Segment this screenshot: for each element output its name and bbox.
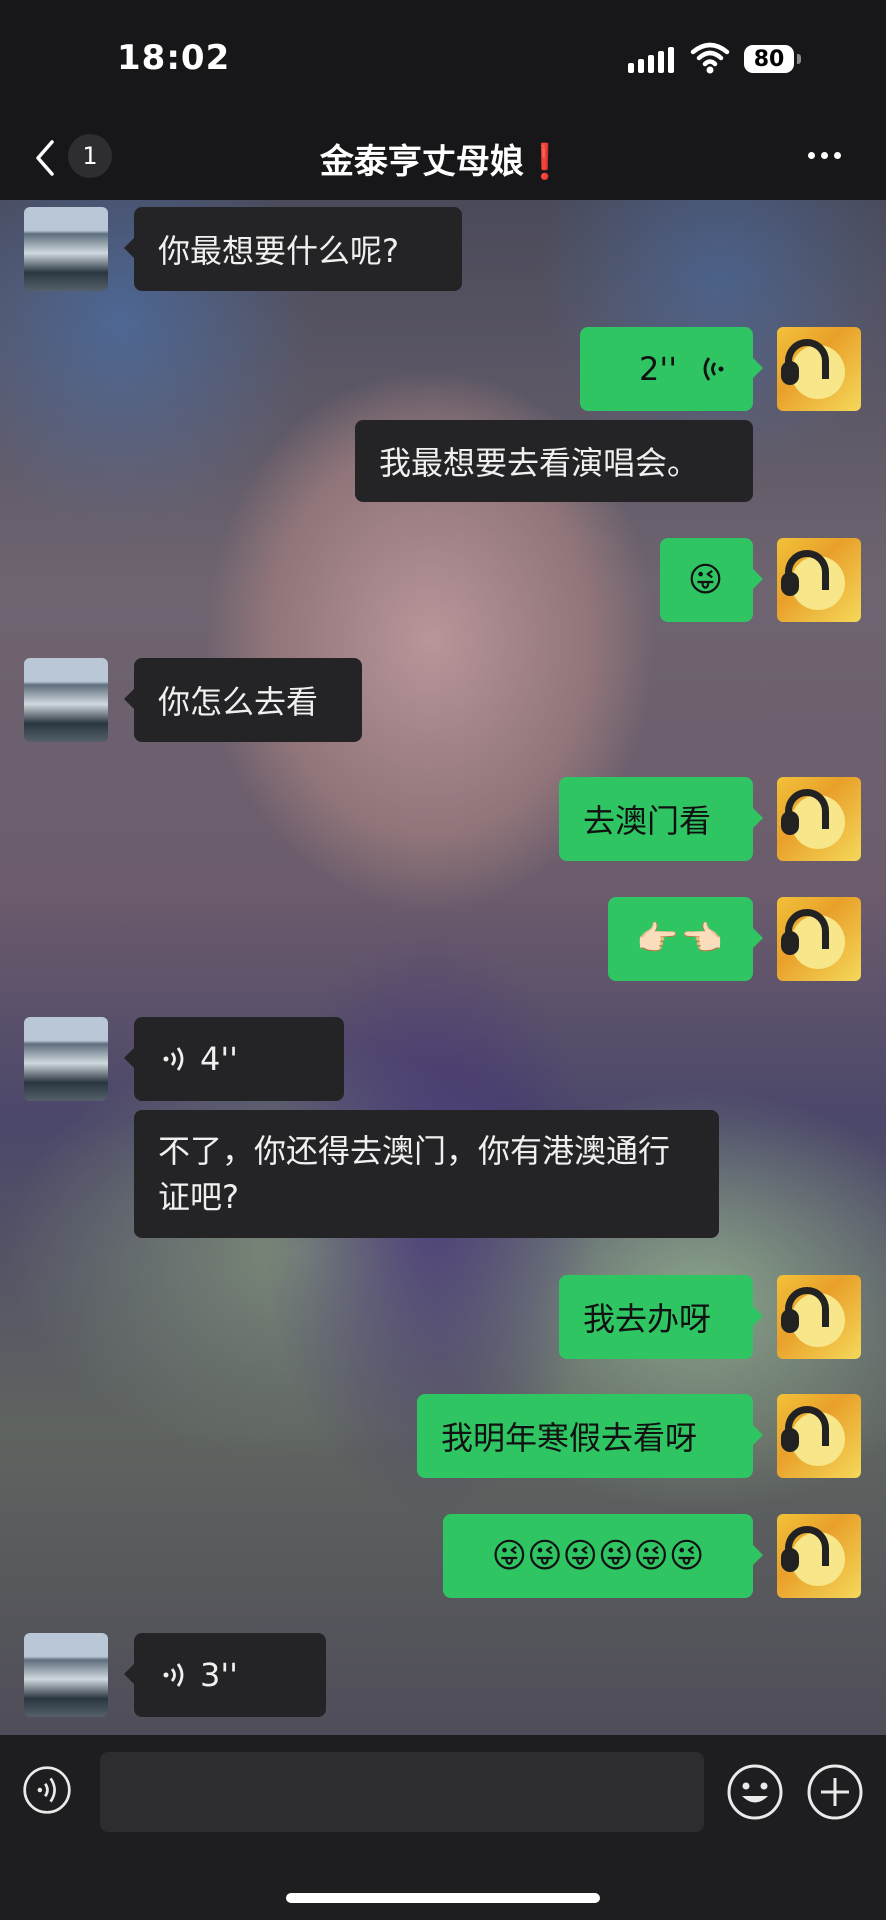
battery-tip: [797, 54, 801, 64]
contact-avatar[interactable]: [24, 207, 108, 291]
voice-duration: 2'': [639, 350, 677, 388]
my-avatar[interactable]: [777, 538, 861, 622]
voice-wave-icon: [163, 1663, 184, 1687]
message-text: 我去办呀: [583, 1300, 712, 1338]
received-voice-message[interactable]: 3'': [124, 1633, 326, 1717]
message-input[interactable]: [100, 1752, 704, 1832]
voice-wave-icon: [703, 357, 724, 381]
my-avatar[interactable]: [777, 1514, 861, 1598]
voice-transcription[interactable]: 我最想要去看演唱会。: [355, 420, 753, 502]
voice-duration: 3'': [200, 1656, 238, 1694]
sent-message[interactable]: 我去办呀: [559, 1275, 763, 1359]
message-text: 😜😜😜😜😜😜: [491, 1536, 705, 1576]
my-avatar[interactable]: [777, 897, 861, 981]
contact-avatar[interactable]: [24, 1017, 108, 1101]
voice-duration: 4'': [200, 1040, 238, 1078]
chat-title: 金泰亨丈母娘❗: [319, 142, 567, 182]
received-voice-message[interactable]: 4'': [124, 1017, 344, 1101]
sent-message[interactable]: 我明年寒假去看呀: [417, 1394, 763, 1478]
message-text: 我最想要去看演唱会。: [379, 444, 700, 482]
message-text: 不了，你还得去澳门，你有港澳通行证吧?: [158, 1132, 671, 1216]
battery-icon: 80: [744, 45, 794, 73]
received-message[interactable]: 你最想要什么呢?: [124, 207, 462, 291]
contact-avatar[interactable]: [24, 658, 108, 742]
my-avatar[interactable]: [777, 777, 861, 861]
message-text: 你怎么去看: [158, 683, 319, 721]
my-avatar[interactable]: [777, 327, 861, 411]
sent-message[interactable]: 😜: [660, 538, 763, 622]
sent-message[interactable]: 去澳门看: [559, 777, 763, 861]
voice-wave-icon: [163, 1047, 184, 1071]
sent-message[interactable]: 😜😜😜😜😜😜: [443, 1514, 763, 1598]
contact-avatar[interactable]: [24, 1633, 108, 1717]
home-indicator[interactable]: [286, 1893, 600, 1903]
more-icon[interactable]: [808, 152, 841, 159]
my-avatar[interactable]: [777, 1394, 861, 1478]
status-time: 18:02: [117, 38, 231, 78]
message-text: 你最想要什么呢?: [158, 232, 399, 270]
my-avatar[interactable]: [777, 1275, 861, 1359]
sent-message[interactable]: 👉🏻👈🏻: [608, 897, 763, 981]
message-text: 我明年寒假去看呀: [441, 1419, 698, 1457]
message-text: 去澳门看: [583, 802, 712, 840]
wifi-icon: [690, 42, 730, 74]
emoji-icon[interactable]: [726, 1763, 784, 1821]
voice-transcription[interactable]: 不了，你还得去澳门，你有港澳通行证吧?: [134, 1110, 719, 1238]
received-message[interactable]: 你怎么去看: [124, 658, 362, 742]
message-text: 😜: [687, 560, 726, 600]
sent-voice-message[interactable]: 2'': [580, 327, 763, 411]
voice-input-icon[interactable]: [22, 1765, 72, 1815]
message-text: 👉🏻👈🏻: [636, 919, 725, 959]
plus-icon[interactable]: [806, 1763, 864, 1821]
cellular-signal-icon: [628, 47, 674, 73]
